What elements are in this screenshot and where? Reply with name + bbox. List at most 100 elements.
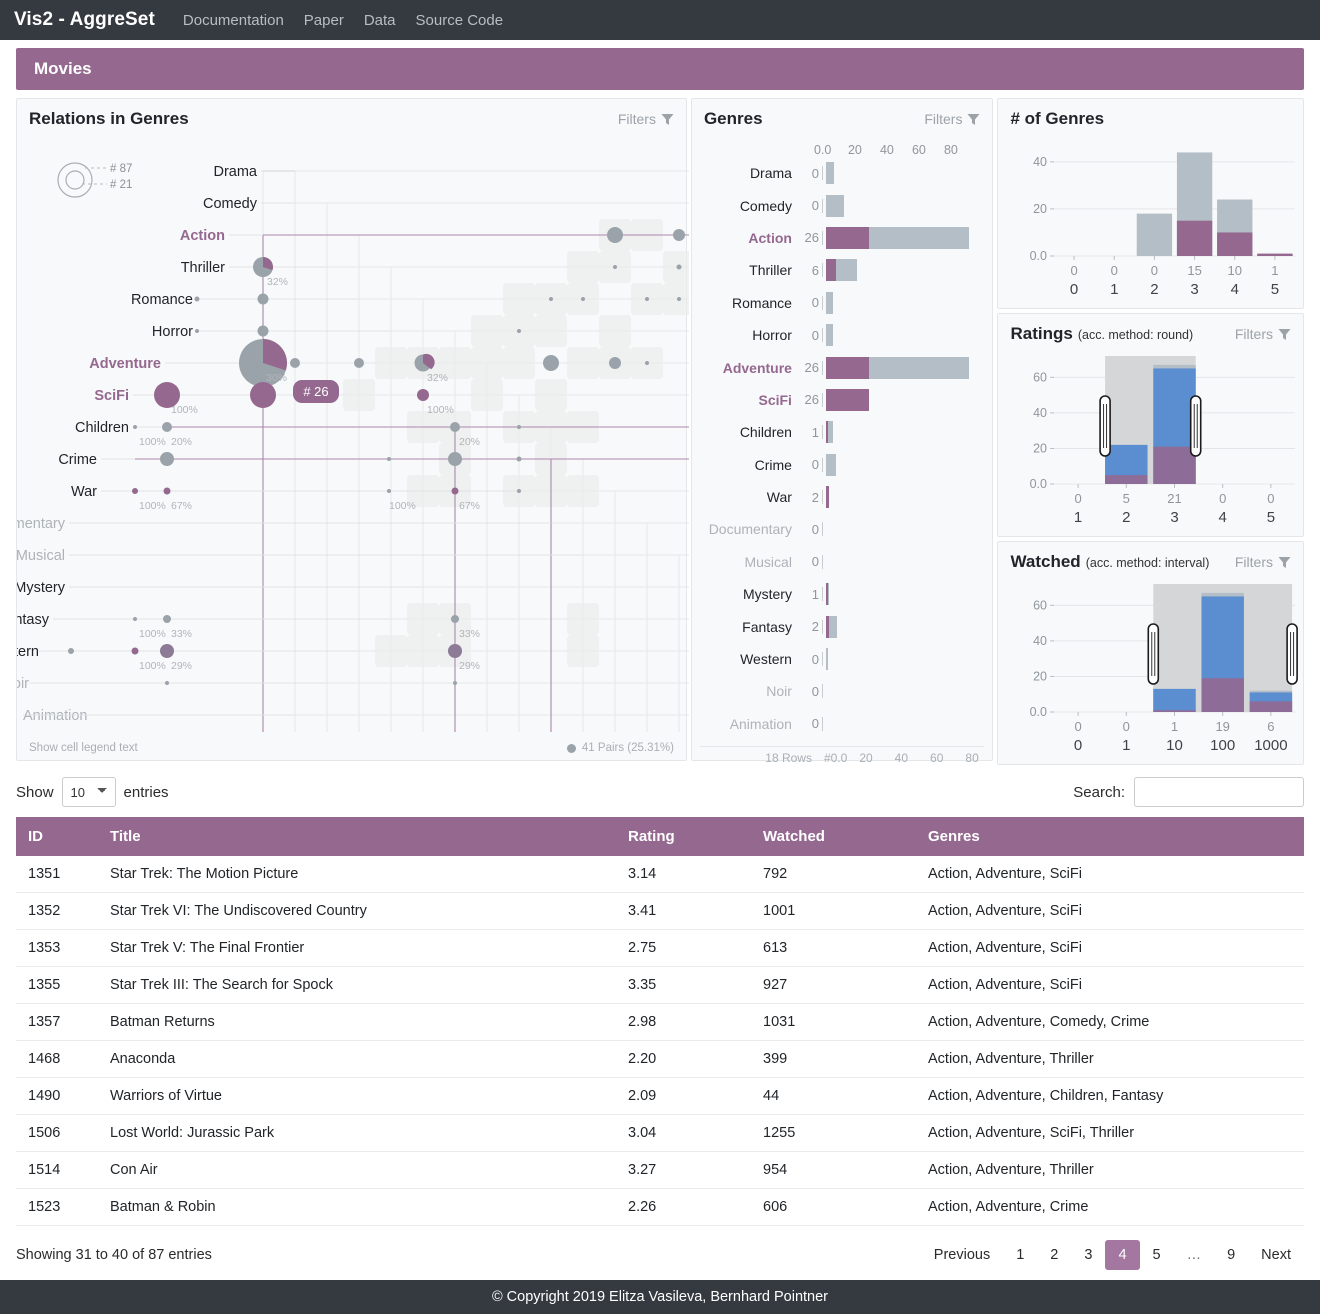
nav-link-paper[interactable]: Paper bbox=[304, 12, 344, 29]
matrix-label-western[interactable]: Western bbox=[17, 644, 39, 660]
brush-handle[interactable] bbox=[1149, 624, 1159, 684]
genres-row[interactable]: Documentary0 bbox=[692, 513, 993, 545]
pagination-previous[interactable]: Previous bbox=[921, 1240, 1003, 1270]
genres-row[interactable]: Musical0 bbox=[692, 546, 993, 578]
matrix-label-thriller[interactable]: Thriller bbox=[181, 260, 225, 276]
bar-selected[interactable] bbox=[1154, 710, 1196, 712]
bar-selected[interactable] bbox=[1250, 701, 1292, 712]
matrix-label-romance[interactable]: Romance bbox=[131, 292, 193, 308]
num-genres-chart[interactable]: 0.0204000010215310415 bbox=[998, 135, 1303, 308]
table-row[interactable]: 1506Lost World: Jurassic Park3.041255Act… bbox=[16, 1115, 1304, 1152]
col-header-title[interactable]: Title bbox=[98, 817, 616, 856]
matrix-label-noir[interactable]: Noir bbox=[17, 676, 29, 692]
nav-link-documentation[interactable]: Documentation bbox=[183, 12, 284, 29]
matrix-label-musical[interactable]: Musical bbox=[17, 548, 65, 564]
matrix-label-documentary[interactable]: Documentary bbox=[17, 516, 66, 532]
table-row[interactable]: 1353Star Trek V: The Final Frontier2.756… bbox=[16, 930, 1304, 967]
bar-selected[interactable] bbox=[1154, 447, 1196, 484]
genres-row[interactable]: Horror0 bbox=[692, 319, 993, 351]
x-category-label[interactable]: 2 bbox=[1151, 281, 1159, 298]
table-row[interactable]: 1351Star Trek: The Motion Picture3.14792… bbox=[16, 856, 1304, 893]
matrix-label-adventure[interactable]: Adventure bbox=[89, 356, 161, 372]
genres-row[interactable]: Thriller6 bbox=[692, 254, 993, 286]
x-category-label[interactable]: 4 bbox=[1219, 509, 1227, 526]
brush-handle[interactable] bbox=[1191, 396, 1201, 456]
x-category-label[interactable]: 100 bbox=[1211, 737, 1236, 754]
matrix-label-mystery[interactable]: Mystery bbox=[17, 580, 66, 596]
genres-row[interactable]: Adventure26 bbox=[692, 351, 993, 383]
pagination-page-3[interactable]: 3 bbox=[1071, 1240, 1105, 1270]
search-input[interactable] bbox=[1134, 777, 1304, 807]
genres-chart[interactable]: 0.0 20 40 60 80 Drama0Comedy0Action26Thr… bbox=[692, 135, 993, 760]
bar-selected[interactable] bbox=[1177, 221, 1212, 256]
x-category-label[interactable]: 10 bbox=[1167, 737, 1184, 754]
matrix-label-war[interactable]: War bbox=[71, 484, 97, 500]
matrix-label-action[interactable]: Action bbox=[180, 228, 225, 244]
table-row[interactable]: 1357Batman Returns2.981031Action, Advent… bbox=[16, 1004, 1304, 1041]
table-row[interactable]: 1355Star Trek III: The Search for Spock3… bbox=[16, 967, 1304, 1004]
x-category-label[interactable]: 1 bbox=[1123, 737, 1131, 754]
pagination-page-5[interactable]: 5 bbox=[1140, 1240, 1174, 1270]
x-category-label[interactable]: 5 bbox=[1267, 509, 1275, 526]
table-row[interactable]: 1490Warriors of Virtue2.0944Action, Adve… bbox=[16, 1078, 1304, 1115]
genres-row[interactable]: Noir0 bbox=[692, 675, 993, 707]
brush-handle[interactable] bbox=[1101, 396, 1111, 456]
x-category-label[interactable]: 0 bbox=[1070, 281, 1078, 298]
col-header-watched[interactable]: Watched bbox=[751, 817, 916, 856]
matrix-label-drama[interactable]: Drama bbox=[213, 164, 257, 180]
genres-row[interactable]: Romance0 bbox=[692, 287, 993, 319]
ratings-chart[interactable]: 0.020406001522130405 bbox=[998, 348, 1303, 536]
col-header-genres[interactable]: Genres bbox=[916, 817, 1304, 856]
bar-selected[interactable] bbox=[1106, 475, 1148, 484]
watched-chart[interactable]: 0.020406000011101910061000 bbox=[998, 576, 1303, 764]
genres-row[interactable]: Action26 bbox=[692, 222, 993, 254]
brush-handle[interactable] bbox=[1288, 624, 1298, 684]
pagination-page-9[interactable]: 9 bbox=[1214, 1240, 1248, 1270]
x-category-label[interactable]: 0 bbox=[1074, 737, 1082, 754]
table-row[interactable]: 1468Anaconda2.20399Action, Adventure, Th… bbox=[16, 1041, 1304, 1078]
watched-filters-button[interactable]: Filters bbox=[1235, 554, 1291, 570]
matrix-label-animation[interactable]: Animation bbox=[23, 708, 87, 724]
x-category-label[interactable]: 4 bbox=[1231, 281, 1239, 298]
matrix-label-children[interactable]: Children bbox=[75, 420, 129, 436]
page-size-select[interactable]: 102550100 bbox=[62, 777, 116, 807]
table-row[interactable]: 1523Batman & Robin2.26606Action, Adventu… bbox=[16, 1189, 1304, 1226]
genres-row[interactable]: Crime0 bbox=[692, 449, 993, 481]
x-category-label[interactable]: 3 bbox=[1191, 281, 1199, 298]
col-header-id[interactable]: ID bbox=[16, 817, 98, 856]
watched-svg[interactable]: 0.020406000011101910061000 bbox=[998, 576, 1303, 764]
pagination-page-1[interactable]: 1 bbox=[1003, 1240, 1037, 1270]
genres-row[interactable]: Western0 bbox=[692, 643, 993, 675]
table-row[interactable]: 1352Star Trek VI: The Undiscovered Count… bbox=[16, 893, 1304, 930]
ratings-svg[interactable]: 0.020406001522130405 bbox=[998, 348, 1303, 536]
genres-row[interactable]: Animation0 bbox=[692, 708, 993, 740]
matrix-label-comedy[interactable]: Comedy bbox=[203, 196, 258, 212]
nav-link-source-code[interactable]: Source Code bbox=[416, 12, 504, 29]
genres-row[interactable]: Mystery1 bbox=[692, 578, 993, 610]
matrix-label-horror[interactable]: Horror bbox=[152, 324, 193, 340]
genres-filters-button[interactable]: Filters bbox=[924, 111, 980, 127]
pagination-page-2[interactable]: 2 bbox=[1037, 1240, 1071, 1270]
genres-row[interactable]: War2 bbox=[692, 481, 993, 513]
pagination-page-4[interactable]: 4 bbox=[1105, 1240, 1139, 1270]
bar-selected[interactable] bbox=[1218, 232, 1253, 256]
pagination-next[interactable]: Next bbox=[1248, 1240, 1304, 1270]
bar-selected[interactable] bbox=[1202, 678, 1244, 712]
genres-row[interactable]: SciFi26 bbox=[692, 384, 993, 416]
genres-row[interactable]: Comedy0 bbox=[692, 189, 993, 221]
matrix-label-scifi[interactable]: SciFi bbox=[94, 388, 129, 404]
genres-row[interactable]: Drama0 bbox=[692, 157, 993, 189]
x-category-label[interactable]: 3 bbox=[1171, 509, 1179, 526]
num-genres-svg[interactable]: 0.0204000010215310415 bbox=[998, 135, 1303, 308]
genres-row[interactable]: Fantasy2 bbox=[692, 610, 993, 642]
x-category-label[interactable]: 1 bbox=[1074, 509, 1082, 526]
col-header-rating[interactable]: Rating bbox=[616, 817, 751, 856]
x-category-label[interactable]: 1000 bbox=[1255, 737, 1288, 754]
relations-filters-button[interactable]: Filters bbox=[618, 111, 674, 127]
x-category-label[interactable]: 5 bbox=[1271, 281, 1279, 298]
cell-legend-toggle[interactable]: Show cell legend text bbox=[29, 742, 138, 754]
genres-row[interactable]: Children1 bbox=[692, 416, 993, 448]
matrix-label-fantasy[interactable]: Fantasy bbox=[17, 612, 50, 628]
relations-matrix-svg[interactable]: Drama Comedy Action Thriller Romance Hor… bbox=[17, 137, 689, 737]
table-row[interactable]: 1514Con Air3.27954Action, Adventure, Thr… bbox=[16, 1152, 1304, 1189]
